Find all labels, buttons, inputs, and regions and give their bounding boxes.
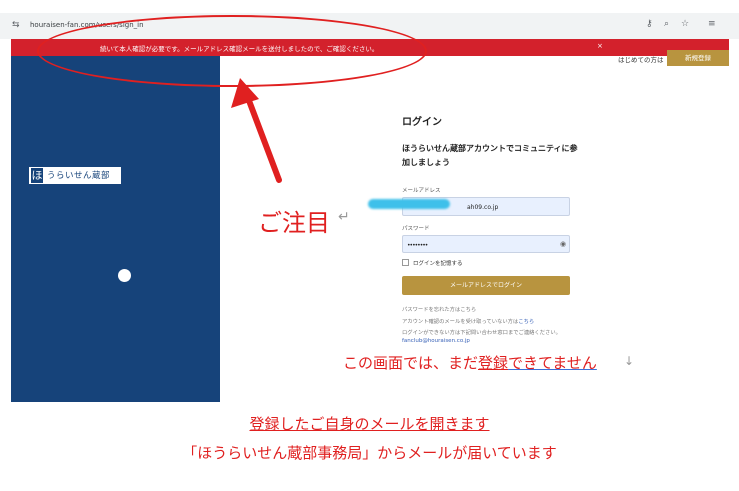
step1-note-b: ご自身のメールを開きます: [309, 415, 490, 433]
email-login-button[interactable]: メールアドレスでログイン: [402, 276, 570, 295]
brand-panel: [11, 56, 220, 402]
logo-text: うらいせん蔵部: [47, 171, 111, 181]
pointer-arrow: [231, 78, 282, 183]
password-label: パスワード: [402, 226, 430, 232]
menu-icon[interactable]: ≡: [708, 19, 716, 29]
remember-label: ログインを記憶する: [413, 261, 463, 267]
contact-email-link[interactable]: fanclub@houraisen.co.jp: [402, 338, 470, 344]
zoom-icon[interactable]: ⌕: [664, 19, 669, 29]
status-note-c: できてません: [508, 354, 597, 372]
email-label: メールアドレス: [402, 188, 441, 194]
status-note-a: この画面では、まだ: [343, 354, 479, 372]
contact-text: ログインができない方は下記問い合わせ窓口までご連絡ください。: [402, 330, 561, 336]
resend-confirmation-text: アカウント確認のメールを受け取っていない方はこちら: [402, 317, 534, 325]
step2-note: 「ほうらいせん蔵部事務局」からメールが届いています: [182, 444, 557, 462]
logo-mark: ほ: [31, 168, 43, 183]
brand-logo: ほ うらいせん蔵部: [29, 167, 121, 184]
password-value: ••••••••: [407, 242, 428, 249]
forgot-password-link[interactable]: パスワードを忘れた方はこちら: [402, 305, 476, 313]
key-icon[interactable]: ⚷: [646, 19, 653, 29]
decorative-dot: [118, 269, 131, 282]
remember-checkbox[interactable]: [402, 259, 409, 266]
step1-note: 登録したご自身のメールを開きます: [0, 413, 739, 434]
highlight-ellipse: [37, 15, 427, 87]
tune-icon[interactable]: ⇆: [12, 20, 20, 30]
status-note-b: 登録: [478, 354, 509, 372]
register-button[interactable]: 新規登録: [667, 50, 729, 66]
page-title: ログイン: [402, 117, 442, 128]
email-value: ah09.co.jp: [467, 204, 499, 211]
star-icon[interactable]: ☆: [681, 19, 689, 29]
attention-note: ご注目: [258, 209, 330, 237]
resend-text: アカウント確認のメールを受け取っていない方は: [402, 319, 519, 325]
login-lead: ほうらいせん蔵部アカウントでコミュニティに参加しましょう: [402, 144, 578, 167]
eye-icon[interactable]: ◉: [560, 240, 566, 248]
password-field[interactable]: •••••••• ◉: [402, 235, 570, 253]
step1-note-a: 登録した: [249, 415, 310, 433]
first-time-text: はじめての方は: [618, 56, 664, 64]
close-icon[interactable]: ×: [597, 42, 603, 50]
status-note: この画面では、まだ登録できてません: [343, 352, 597, 373]
return-mark: ↵: [338, 209, 350, 225]
resend-link[interactable]: こちら: [518, 319, 534, 325]
redaction-blur: [368, 199, 450, 209]
down-mark: ↓: [624, 354, 635, 368]
